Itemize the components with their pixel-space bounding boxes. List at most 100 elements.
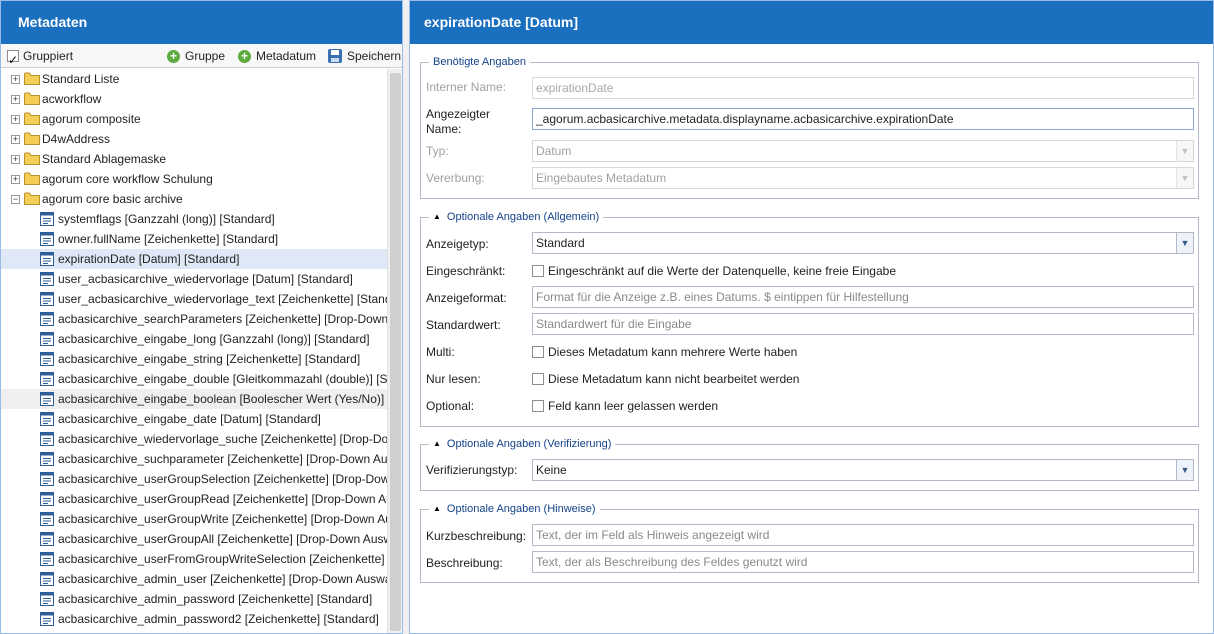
restricted-option[interactable]: Eingeschränkt auf die Werte der Datenque… [532, 263, 896, 279]
default-input[interactable] [536, 314, 1193, 334]
optional-verification-legend[interactable]: ▲ Optionale Angaben (Verifizierung) [429, 437, 616, 451]
optional-general-legend[interactable]: ▲ Optionale Angaben (Allgemein) [429, 210, 604, 224]
default-field[interactable] [532, 313, 1194, 335]
tree-leaf-row[interactable]: acbasicarchive_suchparameter [Zeichenket… [1, 449, 387, 469]
metadata-field-icon [40, 452, 54, 466]
expand-icon[interactable]: + [11, 175, 20, 184]
tree-folder-row[interactable]: + Standard Liste [1, 69, 387, 89]
metadata-field-icon [40, 332, 54, 346]
multi-checkbox[interactable] [532, 346, 544, 358]
tree-leaf-row[interactable]: acbasicarchive_eingabe_double [Gleitkomm… [1, 369, 387, 389]
restricted-checkbox[interactable] [532, 265, 544, 277]
tree-leaf-row[interactable]: acbasicarchive_eingabe_long [Ganzzahl (l… [1, 329, 387, 349]
add-group-label: Gruppe [185, 49, 226, 63]
expand-icon[interactable]: + [11, 75, 20, 84]
expand-icon[interactable]: + [11, 135, 20, 144]
short-description-field[interactable] [532, 524, 1194, 546]
tree-leaf-row[interactable]: owner.fullName [Zeichenkette] [Standard] [1, 229, 387, 249]
short-description-input[interactable] [536, 525, 1193, 545]
metadata-field-icon [40, 412, 54, 426]
tree-scrollbar[interactable] [387, 69, 402, 633]
internal-name-label: Interner Name: [426, 80, 507, 94]
tree-leaf-row[interactable]: acbasicarchive_admin_password2 [Zeichenk… [1, 609, 387, 629]
optional-hints-legend[interactable]: ▲ Optionale Angaben (Hinweise) [429, 502, 600, 516]
folder-icon [24, 132, 40, 145]
save-button[interactable]: Speichern [328, 44, 401, 68]
display-name-field[interactable]: _agorum.acbasicarchive.metadata.displayn… [532, 108, 1194, 130]
tree-leaf-row[interactable]: user_acbasicarchive_wiedervorlage [Datum… [1, 269, 387, 289]
optional-verification-legend-text: Optionale Angaben (Verifizierung) [446, 438, 612, 450]
optional-option[interactable]: Feld kann leer gelassen werden [532, 398, 718, 414]
tree-leaf-row[interactable]: acbasicarchive_userGroupAll [Zeichenkett… [1, 529, 387, 549]
inheritance-value: Eingebautes Metadatum [536, 171, 667, 185]
chevron-down-icon[interactable]: ▼ [1176, 460, 1193, 480]
grouped-label: Gruppiert [23, 49, 74, 63]
expand-icon[interactable]: + [11, 95, 20, 104]
default-label: Standardwert: [426, 318, 501, 332]
metadata-detail-panel: expirationDate [Datum] Benötigte Angaben… [409, 0, 1214, 634]
tree-leaf-label: owner.fullName [Zeichenkette] [Standard] [58, 232, 279, 246]
tree-leaf-row[interactable]: acbasicarchive_wiedervorlage_suche [Zeic… [1, 429, 387, 449]
readonly-option[interactable]: Diese Metadatum kann nicht bearbeitet we… [532, 371, 799, 387]
metadata-field-icon [40, 472, 54, 486]
chevron-down-icon[interactable]: ▼ [1176, 233, 1193, 253]
tree-leaf-row[interactable]: acbasicarchive_userGroupWrite [Zeichenke… [1, 509, 387, 529]
tree-leaf-row[interactable]: acbasicarchive_eingabe_boolean [Boolesch… [1, 389, 387, 409]
verification-type-select[interactable]: Keine ▼ [532, 459, 1194, 481]
collapse-triangle-icon[interactable]: ▲ [433, 437, 441, 451]
tree-leaf-label: acbasicarchive_eingabe_string [Zeichenke… [58, 352, 361, 366]
tree-leaf-row[interactable]: user_acbasicarchive_wiedervorlage_text [… [1, 289, 387, 309]
display-type-label: Anzeigetyp: [426, 237, 489, 251]
verification-type-label: Verifizierungstyp: [426, 463, 518, 477]
folder-icon [24, 72, 40, 85]
collapse-triangle-icon[interactable]: ▲ [433, 210, 441, 224]
tree-leaf-label: acbasicarchive_wiedervorlage_suche [Zeic… [58, 432, 387, 446]
tree-leaf-row[interactable]: acbasicarchive_admin_password [Zeichenke… [1, 589, 387, 609]
inheritance-label: Vererbung: [426, 171, 485, 185]
tree-folder-row[interactable]: + Standard Ablagemaske [1, 149, 387, 169]
collapse-triangle-icon[interactable]: ▲ [433, 502, 441, 516]
optional-checkbox[interactable] [532, 400, 544, 412]
grouped-checkbox[interactable] [7, 48, 19, 72]
tree-folder-row[interactable]: + agorum composite [1, 109, 387, 129]
tree-folder-row[interactable]: − agorum core basic archive [1, 189, 387, 209]
short-description-label: Kurzbeschreibung: [426, 529, 527, 543]
tree-leaf-label: acbasicarchive_eingabe_long [Ganzzahl (l… [58, 332, 370, 346]
format-input[interactable] [536, 287, 1193, 307]
restricted-label: Eingeschränkt: [426, 264, 506, 278]
tree-folder-row[interactable]: + acworkflow [1, 89, 387, 109]
tree-leaf-row[interactable]: systemflags [Ganzzahl (long)] [Standard] [1, 209, 387, 229]
tree-leaf-row[interactable]: acbasicarchive_userGroupSelection [Zeich… [1, 469, 387, 489]
multi-option[interactable]: Dieses Metadatum kann mehrere Werte habe… [532, 344, 797, 360]
add-metadata-button[interactable]: + Metadatum [238, 44, 316, 68]
internal-name-field [532, 77, 1194, 99]
description-input[interactable] [536, 552, 1193, 572]
tree-leaf-row[interactable]: expirationDate [Datum] [Standard] [1, 249, 387, 269]
save-label: Speichern [347, 49, 402, 63]
tree-folder-label: agorum composite [42, 112, 141, 126]
grouped-toggle[interactable]: Gruppiert [7, 44, 74, 72]
tree-leaf-row[interactable]: acbasicarchive_searchParameters [Zeichen… [1, 309, 387, 329]
tree-leaf-row[interactable]: acbasicarchive_admin_user [Zeichenkette]… [1, 569, 387, 589]
tree-folder-label: agorum core basic archive [42, 192, 183, 206]
tree-folder-row[interactable]: + D4wAddress [1, 129, 387, 149]
tree-leaf-label: acbasicarchive_admin_password2 [Zeichenk… [58, 612, 379, 626]
collapse-icon[interactable]: − [11, 195, 20, 204]
display-type-select[interactable]: Standard ▼ [532, 232, 1194, 254]
expand-icon[interactable]: + [11, 115, 20, 124]
readonly-checkbox[interactable] [532, 373, 544, 385]
inheritance-select: Eingebautes Metadatum ▼ [532, 167, 1194, 189]
scrollbar-thumb[interactable] [390, 73, 401, 631]
tree-leaf-row[interactable]: acbasicarchive_eingabe_date [Datum] [Sta… [1, 409, 387, 429]
tree-leaf-row[interactable]: acbasicarchive_userFromGroupWriteSelecti… [1, 549, 387, 569]
metadata-field-icon [40, 212, 54, 226]
expand-icon[interactable]: + [11, 155, 20, 164]
description-field[interactable] [532, 551, 1194, 573]
readonly-text: Diese Metadatum kann nicht bearbeitet we… [548, 372, 800, 386]
tree-leaf-label: user_acbasicarchive_wiedervorlage_text [… [58, 292, 387, 306]
tree-leaf-row[interactable]: acbasicarchive_userGroupRead [Zeichenket… [1, 489, 387, 509]
tree-folder-row[interactable]: + agorum core workflow Schulung [1, 169, 387, 189]
format-field[interactable] [532, 286, 1194, 308]
tree-leaf-row[interactable]: acbasicarchive_eingabe_string [Zeichenke… [1, 349, 387, 369]
add-group-button[interactable]: + Gruppe [167, 44, 225, 68]
